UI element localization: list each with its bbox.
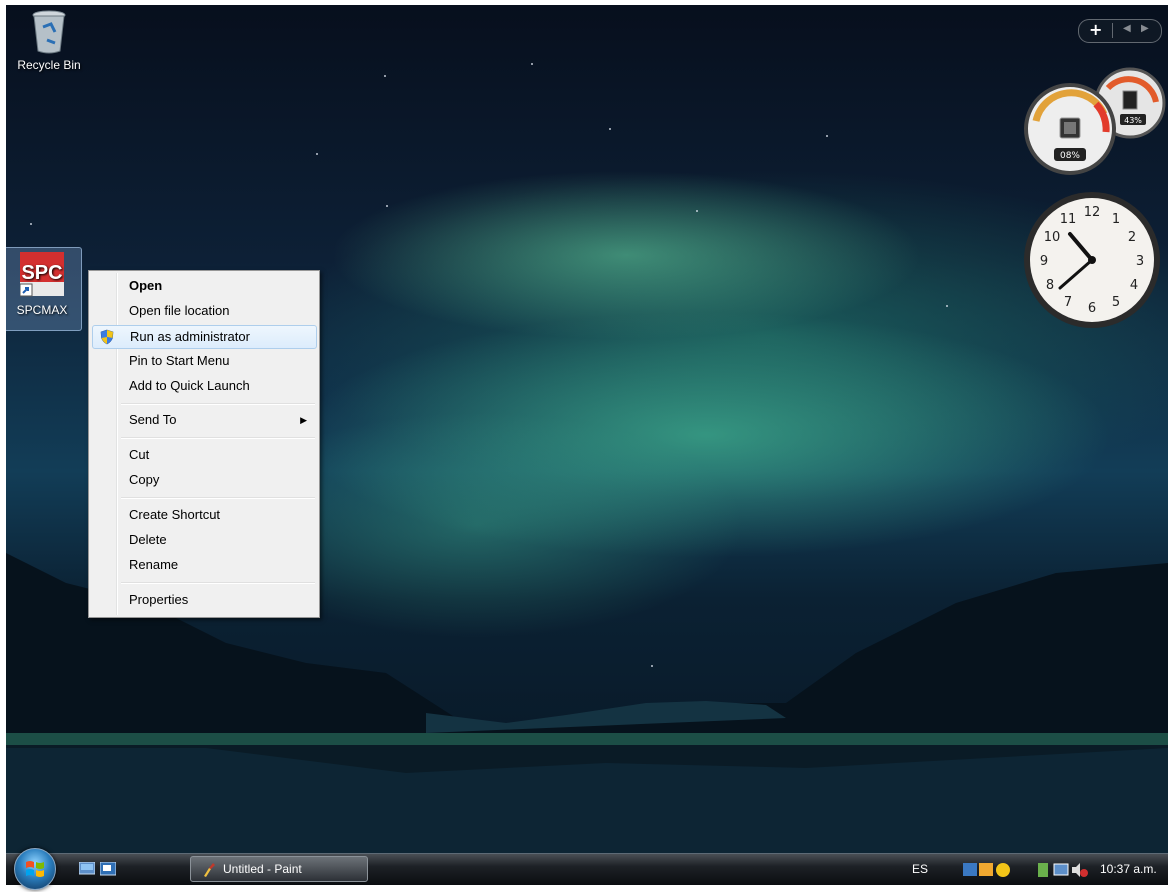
taskbar: Untitled - Paint ES 10:37 a.m. [6,848,1168,890]
svg-text:9: 9 [1040,254,1048,269]
cpu-percent: 08% [1060,151,1080,161]
svg-text:7: 7 [1064,295,1072,310]
menu-item-create-shortcut[interactable]: Create Shortcut [91,504,317,526]
submenu-arrow-icon: ▶ [300,415,307,425]
divider [1112,23,1113,38]
menu-item-pin-to-start-menu[interactable]: Pin to Start Menu [91,350,317,372]
switch-windows-icon[interactable] [100,862,116,876]
taskbar-button-label: Untitled - Paint [223,862,302,876]
sidebar-gadget-controls: + ◀ ▶ [1078,19,1162,43]
clock-gadget[interactable]: 12 1 2 3 4 5 6 7 8 9 10 11 [1022,188,1162,332]
menu-separator [121,403,315,405]
svg-text:3: 3 [1136,254,1144,269]
svg-text:1: 1 [1112,212,1120,227]
svg-text:12: 12 [1084,205,1101,220]
desktop[interactable]: Recycle Bin SPC SPCMAX + ◀ ▶ 43% 08% 12 … [6,5,1168,853]
menu-item-open[interactable]: Open [91,275,317,297]
taskbar-button-paint[interactable]: Untitled - Paint [190,856,368,882]
menu-item-delete[interactable]: Delete [91,529,317,551]
star [531,63,533,65]
windows-logo-icon [26,861,44,877]
spcmax-label: SPCMAX [16,303,68,317]
menu-item-send-to[interactable]: Send To ▶ [91,409,317,431]
star [696,210,698,212]
svg-text:8: 8 [1046,278,1054,293]
star [946,305,948,307]
cpu-meter-gadget[interactable]: 43% 08% [1022,66,1168,176]
menu-item-cut[interactable]: Cut [91,444,317,466]
menu-item-copy[interactable]: Copy [91,469,317,491]
memory-percent: 43% [1124,116,1142,125]
menu-item-open-file-location[interactable]: Open file location [91,300,317,322]
tray-icons-group[interactable] [961,861,1013,879]
recycle-bin-label: Recycle Bin [17,58,81,72]
menu-separator [121,582,315,584]
svg-text:SPC: SPC [21,262,62,284]
svg-text:6: 6 [1088,301,1096,316]
clock-time[interactable]: 10:37 a.m. [1100,862,1157,876]
menu-separator [121,497,315,499]
star [826,135,828,137]
star [384,75,386,77]
add-gadget-button[interactable]: + [1089,21,1102,39]
menu-separator [121,437,315,439]
context-menu: Open Open file location Run as administr… [88,270,320,618]
spc-logo-icon: SPC [19,252,64,297]
menu-item-rename[interactable]: Rename [91,554,317,576]
svg-text:5: 5 [1112,295,1120,310]
uac-shield-icon [100,329,114,345]
star [316,153,318,155]
menu-item-add-to-quick-launch[interactable]: Add to Quick Launch [91,375,317,397]
recycle-bin-icon[interactable]: Recycle Bin [8,7,90,72]
screen-frame: Recycle Bin SPC SPCMAX + ◀ ▶ 43% 08% 12 … [0,0,1173,890]
spcmax-shortcut-icon[interactable]: SPC SPCMAX [6,247,82,331]
svg-text:11: 11 [1060,212,1077,227]
menu-item-properties[interactable]: Properties [91,589,317,611]
previous-icon[interactable]: ◀ [1123,23,1131,34]
svg-text:4: 4 [1130,278,1138,293]
star [609,128,611,130]
svg-text:2: 2 [1128,230,1136,245]
system-tray-network-volume-icons[interactable] [1036,861,1088,879]
trash-can-icon [32,10,66,54]
menu-item-run-as-administrator[interactable]: Run as administrator [92,325,317,349]
next-icon[interactable]: ▶ [1141,23,1149,34]
svg-text:10: 10 [1044,230,1061,245]
star [386,205,388,207]
show-desktop-icon[interactable] [79,862,95,876]
language-indicator[interactable]: ES [912,862,928,876]
paint-brush-icon [204,863,215,877]
star [30,223,32,225]
